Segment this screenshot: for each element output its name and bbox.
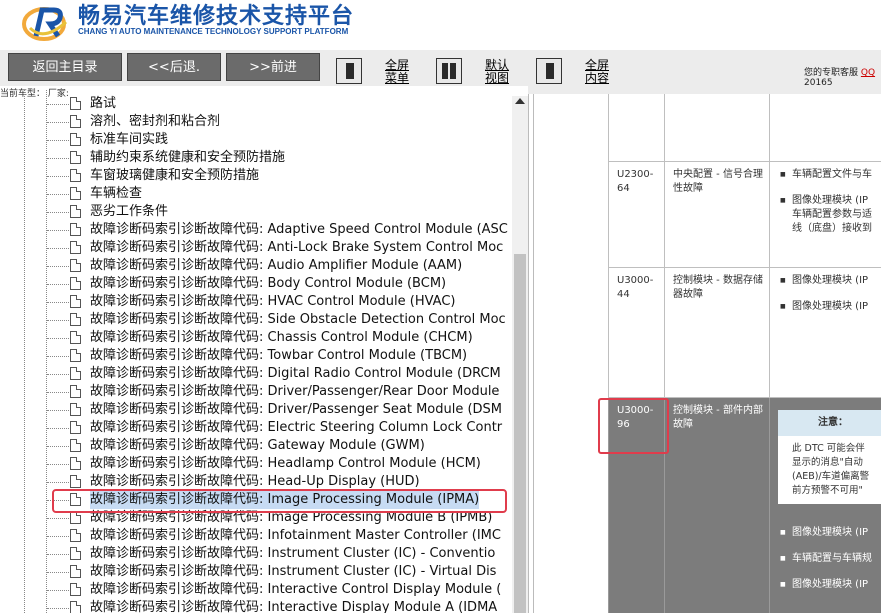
- app-header: 畅易汽车维修技术支持平台 CHANG YI AUTO MAINTENANCE T…: [0, 0, 881, 50]
- tree-item-label: 故障诊断码索引诊断故障代码: HVAC Control Module (HVAC…: [90, 294, 456, 309]
- document-icon: [70, 367, 81, 380]
- tree-item-label: 故障诊断码索引诊断故障代码: Adaptive Speed Control Mo…: [90, 222, 508, 237]
- tree-item-label: 恶劣工作条件: [90, 204, 169, 219]
- tree-header: 当前车型： 厂家:: [0, 89, 69, 99]
- fullscreen-menu-icon[interactable]: [336, 58, 362, 84]
- document-icon: [70, 97, 81, 110]
- code-highlight: [598, 398, 669, 454]
- tree-item-label: 故障诊断码索引诊断故障代码: Gateway Module (GWM): [90, 438, 425, 453]
- document-icon: [70, 295, 81, 308]
- table-row: [608, 94, 881, 162]
- default-view-icon[interactable]: [436, 58, 462, 84]
- tree-item-label: 故障诊断码索引诊断故障代码: Interactive Display Modul…: [90, 600, 498, 613]
- document-icon: [70, 421, 81, 434]
- back-button[interactable]: <<后退.: [127, 53, 221, 81]
- document-icon: [70, 565, 81, 578]
- tree-item-label: 故障诊断码索引诊断故障代码: Instrument Cluster (IC) -…: [90, 564, 497, 579]
- document-icon: [70, 439, 81, 452]
- table-row: U2300-64 中央配置 - 信号合理性故障 车辆配置文件与车 图像处理模块 …: [608, 162, 881, 268]
- tree-item-label: 标准车间实践: [90, 132, 169, 147]
- document-icon: [70, 403, 81, 416]
- support-qq-link[interactable]: QQ: [861, 68, 875, 78]
- tree-item-label: 车辆检查: [90, 186, 143, 201]
- scroll-thumb[interactable]: [514, 254, 526, 613]
- table-row: U3000-44 控制模块 - 数据存储器故障 图像处理模块 (IP 图像处理模…: [608, 268, 881, 398]
- tree-item-label: 故障诊断码索引诊断故障代码: Side Obstacle Detection C…: [90, 312, 506, 327]
- dtc-cause-list: 图像处理模块 (IP 车辆配置与车辆规 图像处理模块 (IP: [778, 526, 872, 604]
- tree-item-label: 故障诊断码索引诊断故障代码: Chassis Control Module (C…: [90, 330, 473, 345]
- tree-item-label: 故障诊断码索引诊断故障代码: Digital Radio Control Mod…: [90, 366, 501, 381]
- dtc-causes: 图像处理模块 (IP 图像处理模块 (IP: [769, 268, 881, 397]
- document-icon: [70, 223, 81, 236]
- fullscreen-content-icon[interactable]: [536, 58, 562, 84]
- dtc-description: 中央配置 - 信号合理性故障: [664, 162, 769, 267]
- dtc-causes: 注意： 此 DTC 可能会伴 显示的消息"自动 (AEB)/车道偏离警 前方预警…: [769, 398, 881, 613]
- tree-item-label: 故障诊断码索引诊断故障代码: Anti-Lock Brake System Co…: [90, 240, 504, 255]
- fullscreen-menu-link[interactable]: 全屏 菜单: [385, 59, 409, 85]
- forward-button[interactable]: >>前进: [226, 53, 320, 81]
- document-icon: [70, 169, 81, 182]
- dtc-code: U2300-64: [608, 162, 664, 267]
- tree-item-label: 故障诊断码索引诊断故障代码: Electric Steering Column …: [90, 420, 503, 435]
- dtc-description: 控制模块 - 部件内部故障: [664, 398, 769, 613]
- tree-item-label: 故障诊断码索引诊断故障代码: Headlamp Control Module (…: [90, 456, 481, 471]
- document-icon: [70, 115, 81, 128]
- tree-item-label: 故障诊断码索引诊断故障代码: Audio Amplifier Module (A…: [90, 258, 463, 273]
- note-title: 注意：: [778, 410, 881, 436]
- tree-item-label: 辅助约束系统健康和安全预防措施: [90, 150, 286, 165]
- document-icon: [70, 277, 81, 290]
- document-icon: [70, 457, 81, 470]
- document-icon: [70, 385, 81, 398]
- document-icon: [70, 349, 81, 362]
- selection-highlight: [52, 489, 507, 513]
- document-icon: [70, 475, 81, 488]
- tree-item-label: 故障诊断码索引诊断故障代码: Driver/Passenger/Rear Doo…: [90, 384, 500, 399]
- document-icon: [70, 259, 81, 272]
- tree-item-label: 故障诊断码索引诊断故障代码: Towbar Control Module (TB…: [90, 348, 468, 363]
- site-subtitle: CHANG YI AUTO MAINTENANCE TECHNOLOGY SUP…: [78, 27, 349, 36]
- note-body: 此 DTC 可能会伴 显示的消息"自动 (AEB)/车道偏离警 前方预警不可用": [792, 443, 870, 496]
- tree-scrollbar[interactable]: [512, 96, 528, 613]
- document-icon: [70, 205, 81, 218]
- tree-item-label: 故障诊断码索引诊断故障代码: Body Control Module (BCM): [90, 276, 447, 291]
- tree-item-label: 故障诊断码索引诊断故障代码: Driver/Passenger Seat Mod…: [90, 402, 503, 417]
- tree-item-label: 路试: [90, 96, 117, 111]
- document-icon: [70, 313, 81, 326]
- support-info: 您的专职客服 QQ 20165: [804, 68, 876, 88]
- document-icon: [70, 601, 81, 613]
- tree-item-label: 溶剂、密封剂和粘合剂: [90, 114, 221, 129]
- scroll-up-icon[interactable]: [515, 98, 525, 104]
- tree-item-label: 故障诊断码索引诊断故障代码: Infotainment Master Contr…: [90, 528, 501, 543]
- document-icon: [70, 241, 81, 254]
- document-icon: [70, 187, 81, 200]
- tree-item-label: 故障诊断码索引诊断故障代码: Interactive Control Displ…: [90, 582, 502, 597]
- dtc-code: U3000-44: [608, 268, 664, 397]
- tree-panel: 当前车型： 厂家: 路试溶剂、密封剂和粘合剂 标准车间实践辅助约束系统健康和安全预…: [0, 86, 528, 613]
- tree-item-label: 车窗玻璃健康和安全预防措施: [90, 168, 260, 183]
- document-icon: [70, 547, 81, 560]
- document-icon: [70, 151, 81, 164]
- content-panel: U2300-64 中央配置 - 信号合理性故障 车辆配置文件与车 图像处理模块 …: [534, 94, 881, 613]
- logo-icon: [22, 7, 68, 41]
- fullscreen-content-link[interactable]: 全屏 内容: [585, 59, 609, 85]
- document-icon: [70, 133, 81, 146]
- tree-item-label: 故障诊断码索引诊断故障代码: Instrument Cluster (IC) -…: [90, 546, 496, 561]
- note-box: 注意： 此 DTC 可能会伴 显示的消息"自动 (AEB)/车道偏离警 前方预警…: [778, 410, 881, 504]
- dtc-causes: 车辆配置文件与车 图像处理模块 (IP 车辆配置参数与适 线（底盘）接收到: [769, 162, 881, 267]
- home-button[interactable]: 返回主目录: [8, 53, 122, 81]
- document-icon: [70, 529, 81, 542]
- document-icon: [70, 331, 81, 344]
- site-title: 畅易汽车维修技术支持平台: [78, 4, 355, 29]
- dtc-description: 控制模块 - 数据存储器故障: [664, 268, 769, 397]
- default-view-link[interactable]: 默认 视图: [485, 59, 509, 85]
- document-icon: [70, 583, 81, 596]
